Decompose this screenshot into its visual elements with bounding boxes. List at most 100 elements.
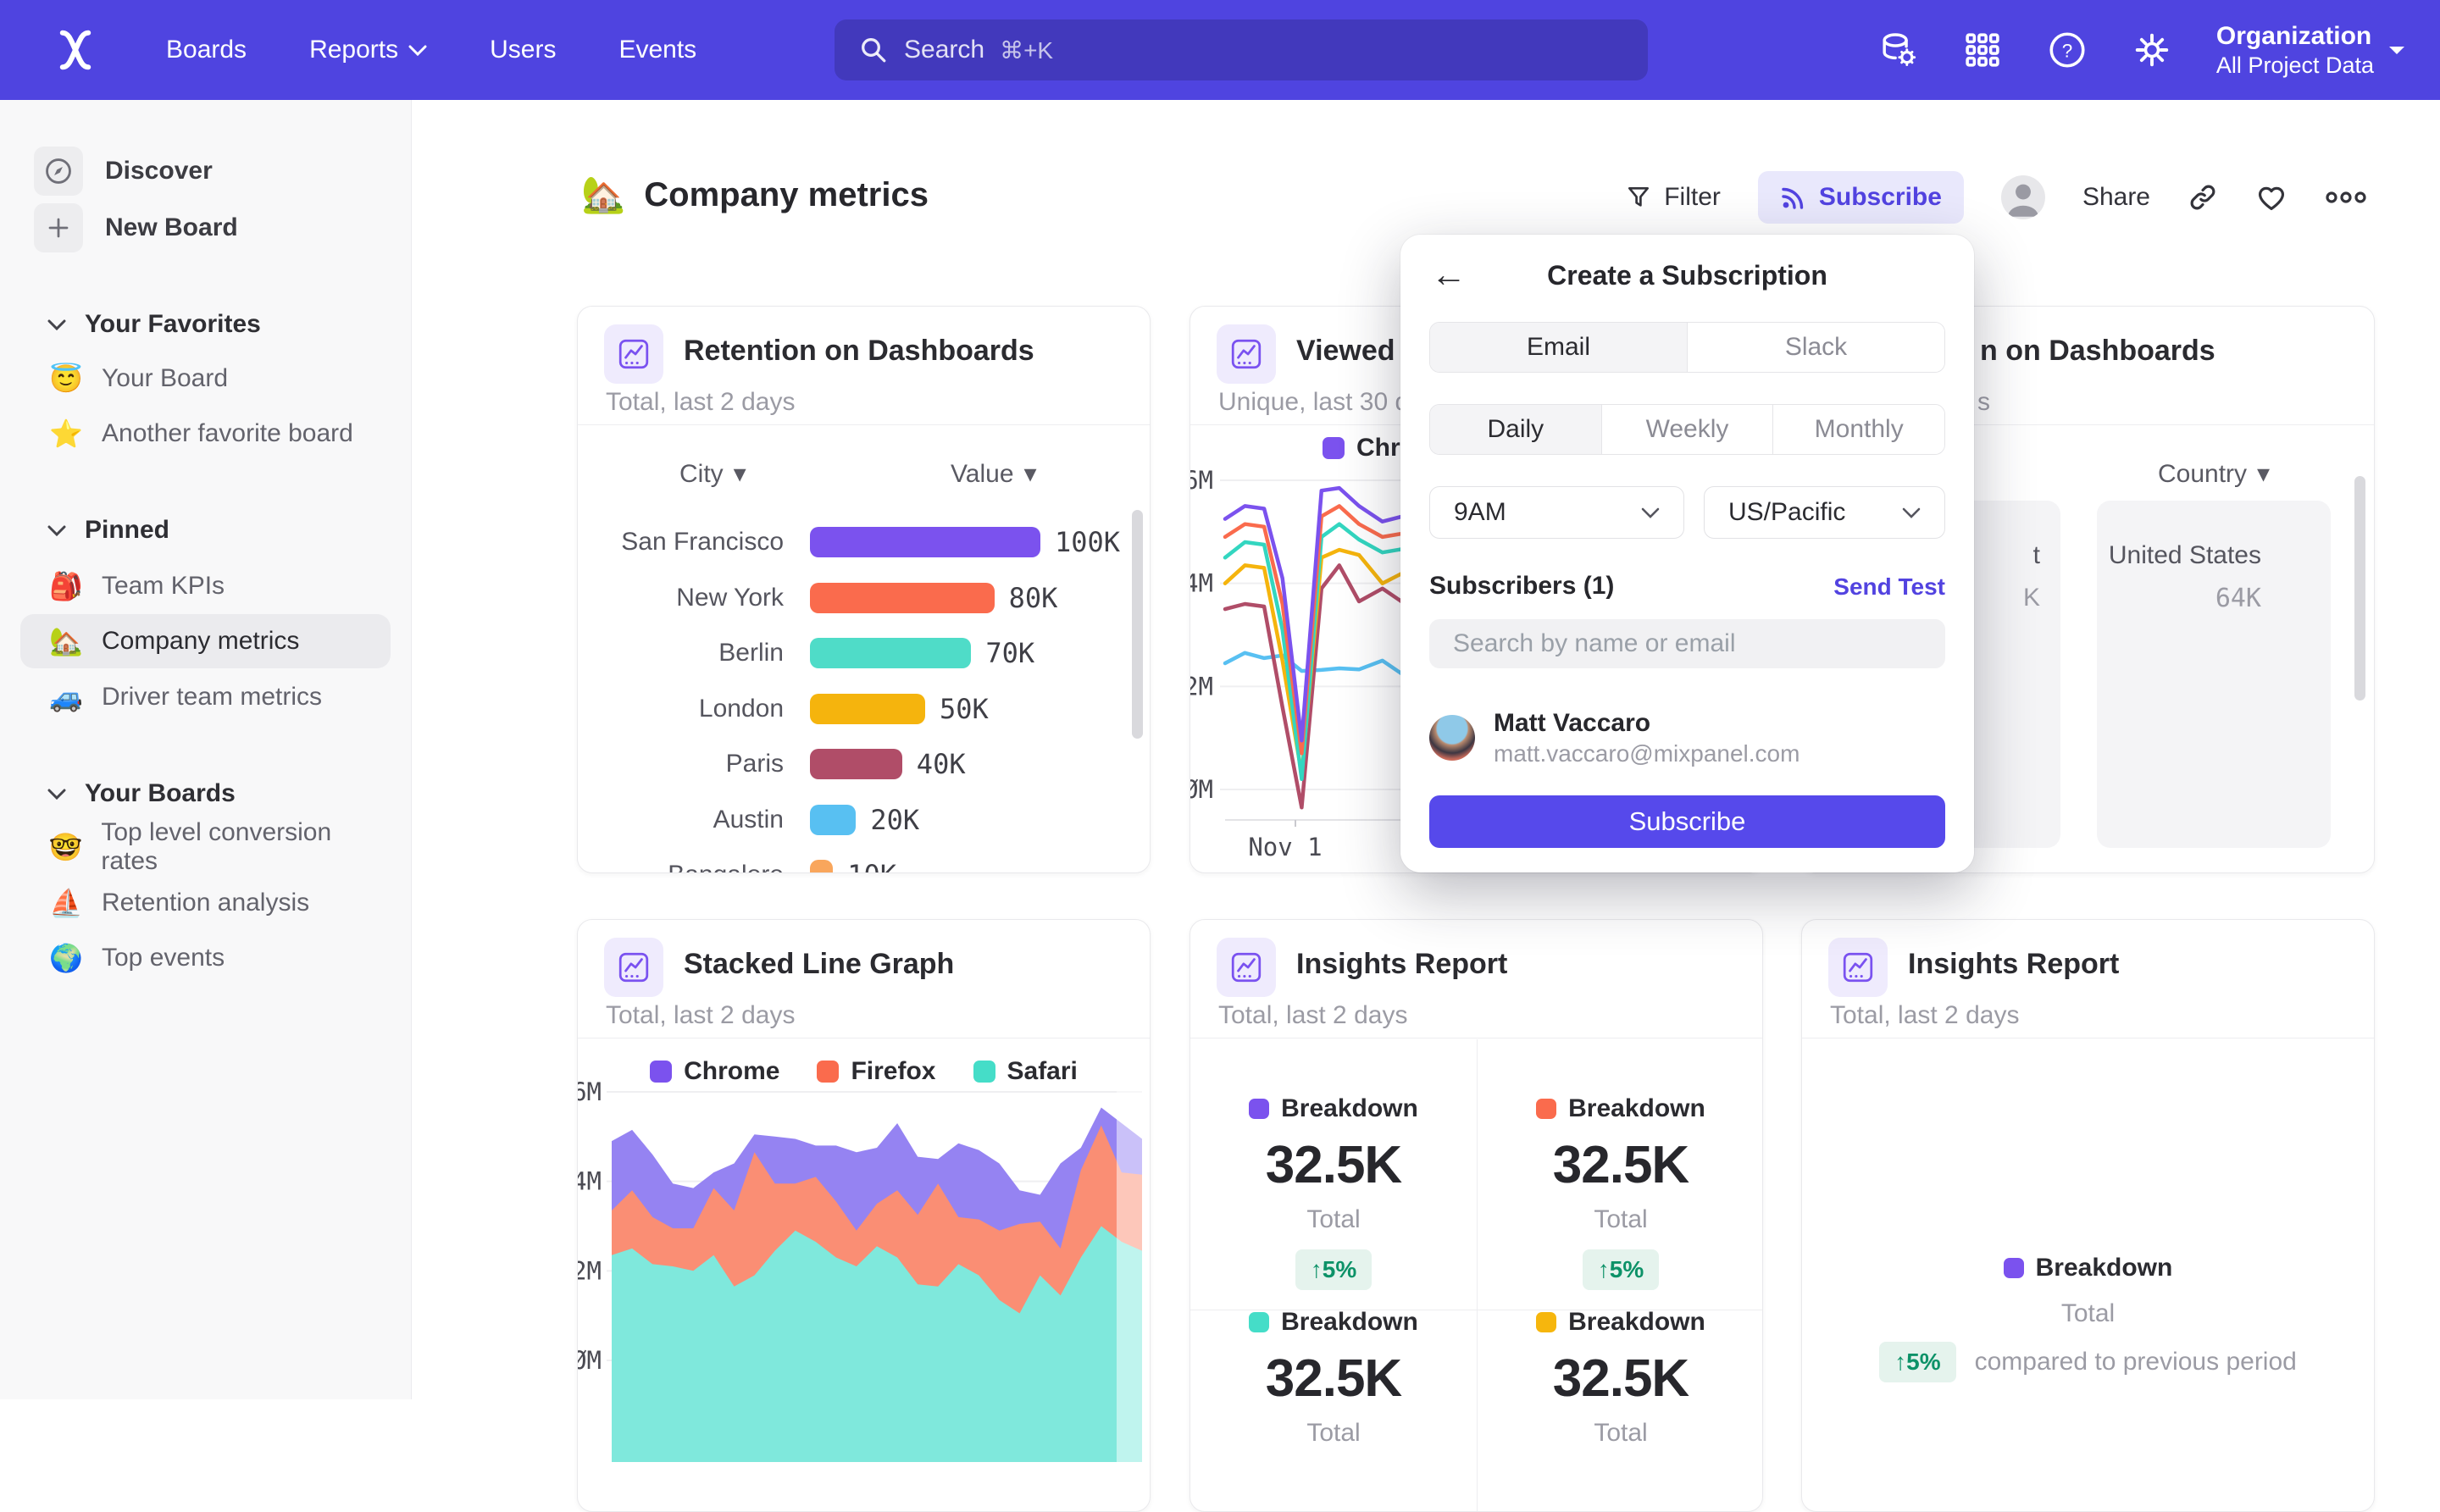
retention-row[interactable]: New York80K (578, 573, 1057, 623)
sidebar-item-another-favorite-board[interactable]: ⭐ Another favorite board (20, 407, 391, 461)
card-title: n on Dashboards (1980, 335, 2215, 368)
nav-item-boards[interactable]: Boards (166, 36, 247, 64)
user-avatar[interactable] (2001, 175, 2045, 219)
subscriber-search-input[interactable]: Search by name or email (1429, 619, 1945, 668)
metric-value: 32.5K (1266, 1349, 1401, 1409)
board-emoji-icon: 🎒 (47, 570, 85, 602)
breakdown-panel-united-states[interactable]: United States 64K (2097, 501, 2331, 848)
delta-badge: ↑5% (1879, 1342, 1955, 1382)
sidebar-item-discover[interactable]: Discover (0, 144, 397, 198)
search-input[interactable]: Search ⌘+K (835, 19, 1648, 80)
column-header-country[interactable]: Country▾ (2158, 459, 2270, 489)
org-switcher[interactable]: Organization All Project Data (2216, 21, 2406, 79)
row-bar (810, 749, 902, 779)
mixpanel-logo[interactable] (47, 22, 103, 78)
subscription-rss-icon (1780, 184, 1807, 211)
retention-row[interactable]: Berlin70K (578, 628, 1034, 678)
subscriber-row[interactable]: Matt Vaccaro matt.vaccaro@mixpanel.com (1429, 707, 1800, 768)
data-management-icon[interactable] (1877, 30, 1918, 70)
favorite-button[interactable] (2255, 181, 2288, 213)
row-value: 40K (917, 748, 966, 780)
retention-row[interactable]: London50K (578, 684, 989, 734)
share-button[interactable]: Share (2082, 183, 2150, 212)
card-retention-on-dashboards: Retention on Dashboards Total, last 2 da… (577, 306, 1151, 873)
board-emoji-icon: ⭐ (47, 418, 85, 450)
sidebar-item-company-metrics[interactable]: 🏡 Company metrics (20, 614, 391, 668)
subscribe-submit-button[interactable]: Subscribe (1429, 795, 1945, 848)
insight-metric[interactable]: Breakdown Total ↑5% compared to previous… (1802, 1254, 2374, 1382)
legend-swatch (1249, 1099, 1269, 1119)
retention-row[interactable]: Austin20K (578, 795, 919, 845)
sidebar-item-driver-team-metrics[interactable]: 🚙 Driver team metrics (20, 670, 391, 724)
sidebar-item-top-level-conversion-rates[interactable]: 🤓 Top level conversion rates (20, 820, 391, 874)
insight-metric[interactable]: Breakdown 32.5K Total (1478, 1308, 1763, 1448)
apps-grid-icon[interactable] (1962, 30, 2003, 70)
metric-total-label: Total (2061, 1299, 2115, 1328)
copy-link-button[interactable] (2188, 182, 2218, 213)
settings-gear-icon[interactable] (2132, 30, 2172, 70)
sidebar-item-new-board[interactable]: New Board (0, 201, 397, 255)
chevron-down-icon (47, 789, 66, 800)
chevron-down-icon (1641, 507, 1660, 518)
more-options-button[interactable] (2325, 188, 2367, 207)
tab-weekly[interactable]: Weekly (1601, 405, 1773, 454)
caret-down-icon: ▾ (2257, 459, 2270, 489)
nav-item-reports[interactable]: Reports (309, 36, 427, 64)
report-chart-icon (1217, 938, 1276, 997)
card-insights-report-single: Insights Report Total, last 2 days Break… (1801, 919, 2375, 1512)
subscriber-name: Matt Vaccaro (1494, 707, 1800, 739)
tab-slack[interactable]: Slack (1687, 323, 1944, 372)
card-insights-report-grid: Insights Report Total, last 2 days Break… (1190, 919, 1763, 1512)
insight-metric[interactable]: Breakdown 32.5K Total (1190, 1308, 1477, 1448)
sidebar-item-label: Top events (102, 944, 225, 972)
search-icon (858, 35, 889, 65)
sidebar-item-label: Driver team metrics (102, 683, 322, 712)
retention-row[interactable]: Bangalore10K (578, 850, 896, 873)
filter-button[interactable]: Filter (1625, 183, 1721, 212)
section-label: Pinned (85, 516, 169, 545)
sidebar-section-pinned[interactable]: Pinned (0, 503, 169, 557)
tab-daily[interactable]: Daily (1430, 405, 1601, 454)
chevron-down-icon (1902, 507, 1921, 518)
board-emoji-icon: ⛵ (47, 887, 85, 919)
card-title: Retention on Dashboards (684, 335, 1034, 368)
timezone-select[interactable]: US/Pacific (1704, 486, 1945, 539)
insight-metric[interactable]: Breakdown 32.5K Total ↑5% (1478, 1094, 1763, 1290)
scrollbar[interactable] (1132, 510, 1143, 739)
metric-value: 32.5K (1266, 1135, 1401, 1195)
row-value: 70K (985, 637, 1034, 669)
retention-row[interactable]: San Francisco100K (578, 517, 1120, 568)
panel-value: 64K (2097, 584, 2331, 613)
nav-links: Boards Reports Users Events (166, 0, 696, 100)
svg-text:4M: 4M (1190, 569, 1213, 598)
svg-text:6M: 6M (578, 1077, 602, 1106)
retention-row[interactable]: Paris40K (578, 739, 966, 789)
sidebar-item-team-kpis[interactable]: 🎒 Team KPIs (20, 559, 391, 613)
row-bar (810, 638, 971, 668)
insight-metric[interactable]: Breakdown 32.5K Total ↑5% (1190, 1094, 1477, 1290)
time-select[interactable]: 9AM (1429, 486, 1684, 539)
sidebar-section-your-boards[interactable]: Your Boards (0, 767, 236, 821)
metric-value: 32.5K (1553, 1135, 1689, 1195)
metric-total-label: Total (1306, 1419, 1360, 1448)
nav-item-events[interactable]: Events (618, 36, 696, 64)
sidebar-item-top-events[interactable]: 🌍 Top events (20, 931, 391, 985)
column-header-city[interactable]: City▾ (679, 459, 746, 489)
nav-item-users[interactable]: Users (490, 36, 556, 64)
subscribe-button[interactable]: Subscribe (1758, 171, 1964, 224)
sidebar-item-your-board[interactable]: 😇 Your Board (20, 352, 391, 406)
stacked-area-chart: 6M4M2MØM (578, 920, 1151, 1512)
row-label: San Francisco (578, 528, 784, 557)
board-emoji-icon: 🤓 (47, 831, 84, 863)
sidebar-section-your-favorites[interactable]: Your Favorites (0, 297, 261, 352)
row-bar (810, 805, 856, 835)
card-title: Insights Report (1296, 948, 1507, 981)
tab-email[interactable]: Email (1430, 323, 1687, 372)
tab-monthly[interactable]: Monthly (1772, 405, 1944, 454)
sidebar-item-retention-analysis[interactable]: ⛵ Retention analysis (20, 876, 391, 930)
help-icon[interactable]: ? (2047, 30, 2088, 70)
send-test-link[interactable]: Send Test (1833, 573, 1945, 601)
column-header-value[interactable]: Value▾ (951, 459, 1037, 489)
sidebar-item-label: Discover (105, 157, 213, 186)
scrollbar[interactable] (2354, 476, 2365, 701)
